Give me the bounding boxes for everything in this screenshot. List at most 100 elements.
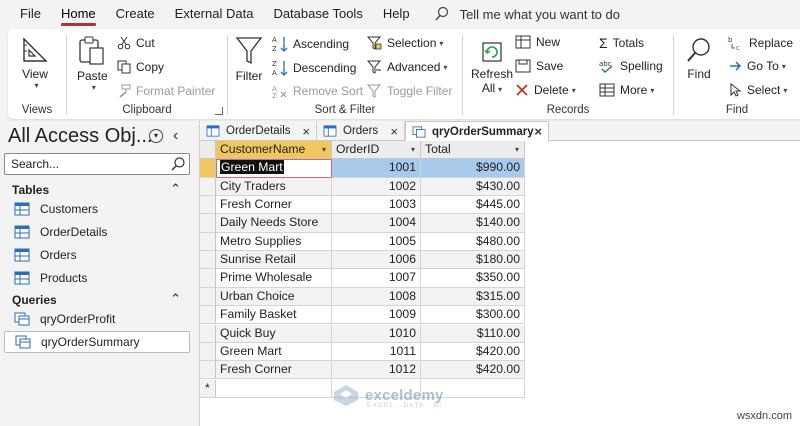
table-cell[interactable]: 1009 bbox=[332, 306, 421, 325]
table-cell[interactable]: $110.00 bbox=[421, 324, 525, 343]
table-cell[interactable]: $350.00 bbox=[421, 269, 525, 288]
tab-orderdetails[interactable]: OrderDetails × bbox=[200, 121, 317, 141]
table-cell[interactable]: Prime Wholesale bbox=[216, 269, 332, 288]
table-cell[interactable]: City Traders bbox=[216, 177, 332, 196]
nav-item-products[interactable]: Products bbox=[4, 267, 190, 289]
table-cell[interactable]: 1012 bbox=[332, 361, 421, 380]
cut-button[interactable]: Cut bbox=[117, 36, 155, 50]
table-cell[interactable]: $180.00 bbox=[421, 251, 525, 270]
spelling-button[interactable]: abc Spelling bbox=[599, 59, 663, 73]
menu-file[interactable]: File bbox=[10, 0, 51, 28]
table-cell[interactable]: $445.00 bbox=[421, 196, 525, 215]
descending-button[interactable]: ZA Descending bbox=[272, 59, 356, 77]
table-cell[interactable]: $480.00 bbox=[421, 232, 525, 252]
table-cell[interactable]: Daily Needs Store bbox=[216, 214, 332, 233]
table-cell[interactable]: 1006 bbox=[332, 251, 421, 270]
copy-button[interactable]: Copy bbox=[117, 60, 164, 74]
refresh-all-button[interactable]: Refresh All ▾ bbox=[471, 35, 513, 95]
table-cell[interactable]: Family Basket bbox=[216, 306, 332, 325]
row-selector[interactable] bbox=[200, 232, 216, 252]
row-selector[interactable] bbox=[200, 269, 216, 288]
row-selector[interactable] bbox=[200, 177, 216, 196]
remove-sort-button[interactable]: AZ Remove Sort bbox=[272, 83, 363, 99]
table-cell[interactable]: $990.00 bbox=[421, 159, 525, 178]
replace-button[interactable]: bc Replace bbox=[728, 35, 793, 51]
dialog-launcher-icon[interactable] bbox=[215, 107, 223, 115]
search-icon[interactable] bbox=[170, 156, 186, 172]
row-selector[interactable] bbox=[200, 287, 216, 307]
table-cell[interactable]: Green Mart bbox=[216, 159, 332, 178]
table-cell[interactable]: Fresh Corner bbox=[216, 196, 332, 215]
nav-menu-chevron-icon[interactable]: ▾ bbox=[149, 129, 163, 143]
ascending-button[interactable]: AZ Ascending bbox=[272, 35, 349, 53]
menu-home[interactable]: Home bbox=[51, 0, 106, 28]
column-header[interactable]: OrderID ▾ bbox=[332, 141, 421, 160]
select-all-corner[interactable] bbox=[200, 141, 216, 160]
nav-item-qryordersummary[interactable]: qryOrderSummary bbox=[4, 331, 190, 353]
select-button[interactable]: Select ▾ bbox=[728, 83, 787, 97]
column-filter-chevron-icon[interactable]: ▾ bbox=[515, 141, 519, 158]
close-icon[interactable]: × bbox=[390, 124, 398, 139]
collapse-pane-icon[interactable]: ‹ bbox=[173, 127, 178, 145]
table-cell[interactable]: $420.00 bbox=[421, 361, 525, 380]
paste-button[interactable]: Paste ▾ bbox=[77, 35, 108, 92]
save-record-button[interactable]: Save bbox=[515, 59, 563, 73]
row-selector[interactable] bbox=[200, 306, 216, 325]
column-filter-chevron-icon[interactable]: ▾ bbox=[411, 141, 415, 158]
delete-record-button[interactable]: Delete ▾ bbox=[515, 83, 576, 97]
table-cell[interactable]: 1010 bbox=[332, 324, 421, 343]
new-record-button[interactable]: New bbox=[515, 35, 560, 49]
more-button[interactable]: More ▾ bbox=[599, 83, 654, 97]
column-filter-chevron-icon[interactable]: ▾ bbox=[322, 141, 326, 158]
table-cell[interactable]: $140.00 bbox=[421, 214, 525, 233]
nav-item-customers[interactable]: Customers bbox=[4, 198, 190, 220]
menu-create[interactable]: Create bbox=[106, 0, 165, 28]
format-painter-button[interactable]: Format Painter bbox=[117, 84, 215, 98]
table-cell[interactable]: 1002 bbox=[332, 177, 421, 196]
totals-button[interactable]: Σ Totals bbox=[599, 35, 644, 51]
row-selector[interactable] bbox=[200, 361, 216, 380]
goto-button[interactable]: Go To ▾ bbox=[728, 59, 786, 73]
close-icon[interactable]: × bbox=[534, 124, 542, 139]
table-cell[interactable]: Sunrise Retail bbox=[216, 251, 332, 270]
table-cell[interactable]: 1001 bbox=[332, 159, 421, 178]
table-cell[interactable]: Urban Choice bbox=[216, 287, 332, 307]
menu-help[interactable]: Help bbox=[373, 0, 420, 28]
table-cell[interactable]: 1004 bbox=[332, 214, 421, 233]
column-header[interactable]: CustomerName ▾ bbox=[216, 141, 332, 160]
table-cell[interactable]: 1007 bbox=[332, 269, 421, 288]
row-selector[interactable] bbox=[200, 342, 216, 362]
nav-search-input[interactable]: Search... bbox=[4, 153, 190, 175]
nav-pane-title[interactable]: All Access Obj... bbox=[8, 125, 153, 148]
close-icon[interactable]: × bbox=[302, 124, 310, 139]
tell-me-search[interactable]: Tell me what you want to do bbox=[434, 6, 620, 22]
table-cell[interactable]: Fresh Corner bbox=[216, 361, 332, 380]
nav-item-qryorderprofit[interactable]: qryOrderProfit bbox=[4, 308, 190, 330]
row-selector[interactable] bbox=[200, 324, 216, 343]
row-selector[interactable] bbox=[200, 159, 216, 178]
toggle-filter-button[interactable]: Toggle Filter bbox=[366, 83, 452, 99]
column-header[interactable]: Total ▾ bbox=[421, 141, 525, 160]
table-cell[interactable]: $300.00 bbox=[421, 306, 525, 325]
table-cell[interactable]: Metro Supplies bbox=[216, 232, 332, 252]
table-cell[interactable]: 1011 bbox=[332, 342, 421, 362]
menu-database-tools[interactable]: Database Tools bbox=[263, 0, 372, 28]
table-cell[interactable]: Green Mart bbox=[216, 342, 332, 362]
find-button[interactable]: Find bbox=[684, 35, 714, 81]
nav-item-orderdetails[interactable]: OrderDetails bbox=[4, 221, 190, 243]
row-selector[interactable] bbox=[200, 196, 216, 215]
table-cell[interactable]: 1005 bbox=[332, 232, 421, 252]
row-selector[interactable] bbox=[200, 214, 216, 233]
filter-button[interactable]: Filter bbox=[234, 35, 264, 83]
nav-item-orders[interactable]: Orders bbox=[4, 244, 190, 266]
tab-orders[interactable]: Orders × bbox=[317, 121, 405, 141]
table-cell[interactable]: 1003 bbox=[332, 196, 421, 215]
advanced-button[interactable]: Advanced ▾ bbox=[366, 59, 447, 75]
table-cell[interactable]: Quick Buy bbox=[216, 324, 332, 343]
new-row-cell[interactable] bbox=[216, 379, 332, 398]
table-cell[interactable]: $315.00 bbox=[421, 287, 525, 307]
table-cell[interactable]: 1008 bbox=[332, 287, 421, 307]
menu-external-data[interactable]: External Data bbox=[165, 0, 264, 28]
selection-button[interactable]: Selection ▾ bbox=[366, 35, 443, 51]
new-row-marker[interactable]: * bbox=[200, 379, 216, 398]
